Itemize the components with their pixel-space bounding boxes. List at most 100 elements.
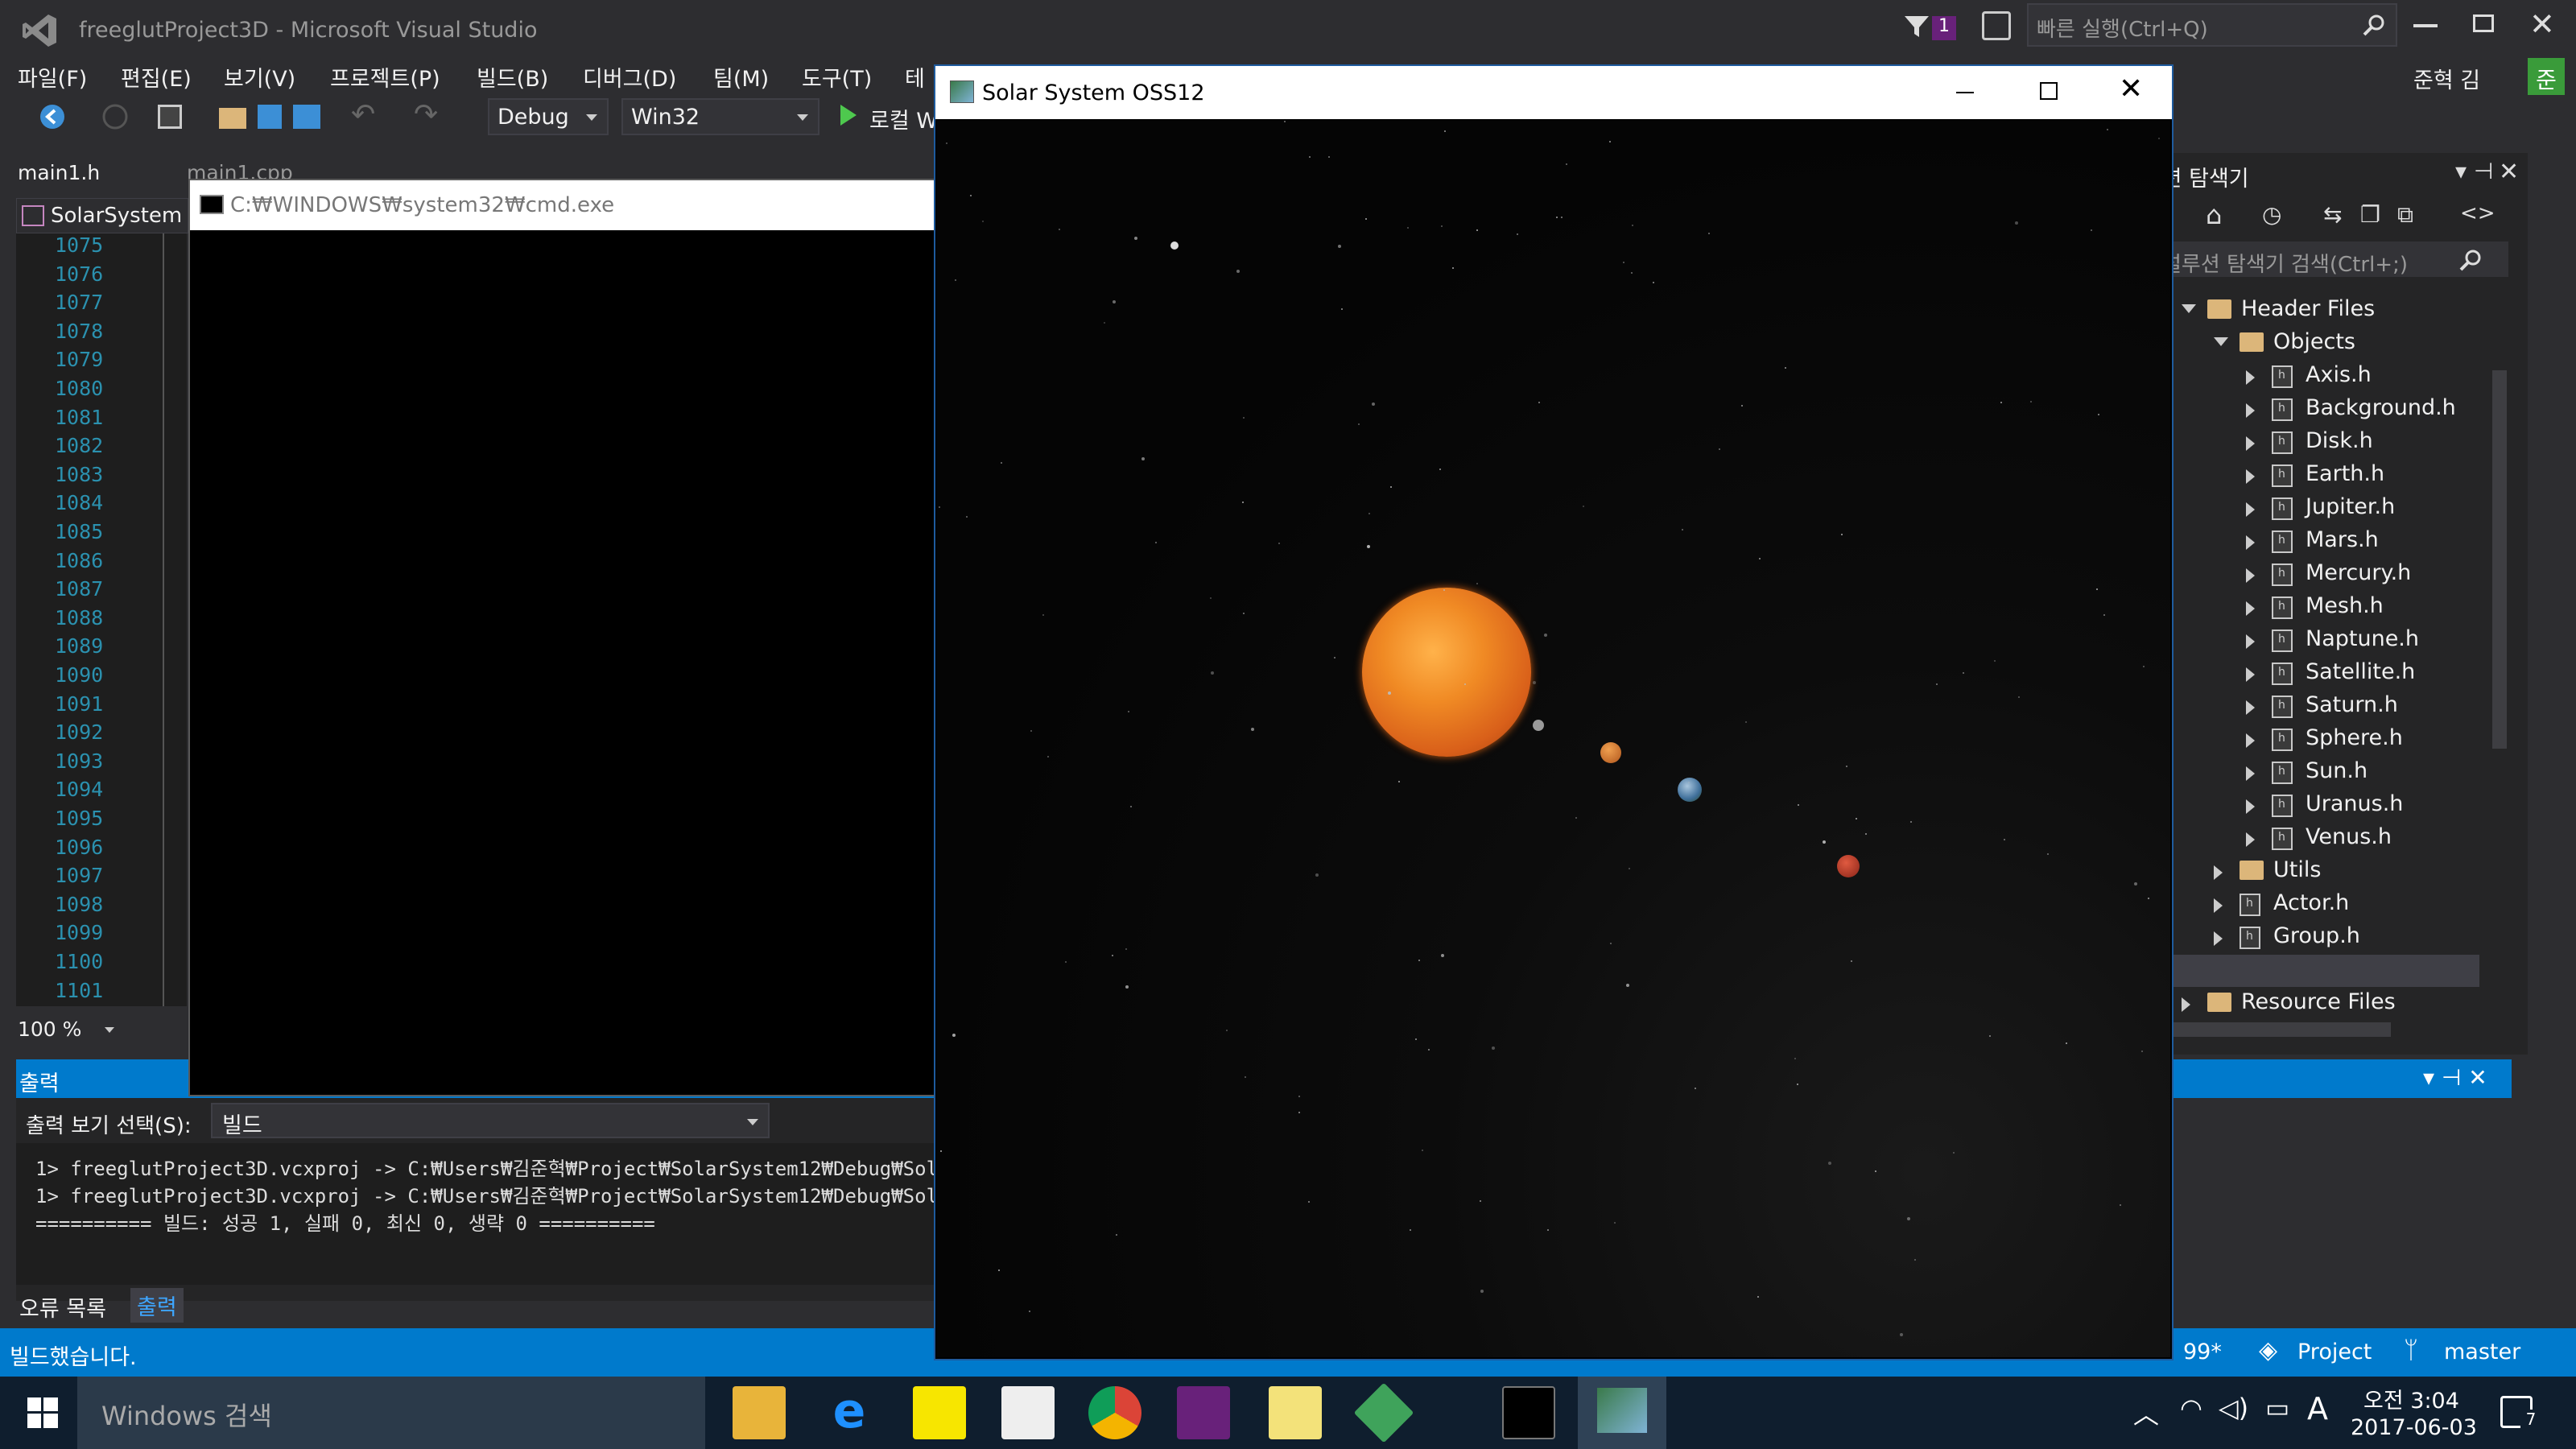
- menu-test[interactable]: 테: [905, 61, 925, 93]
- tree-item[interactable]: Venus.h: [2157, 823, 2479, 855]
- tree-item[interactable]: Actor.h: [2157, 889, 2479, 921]
- close-panel-icon[interactable]: ✕: [2499, 158, 2519, 186]
- collapsed-arrow-icon[interactable]: [2246, 370, 2255, 385]
- tree-item[interactable]: Sun.h: [2157, 757, 2479, 789]
- tab-output[interactable]: 출력: [130, 1288, 184, 1323]
- tree-item[interactable]: Sphere.h: [2157, 724, 2479, 756]
- run-button[interactable]: 로컬 W: [837, 100, 942, 135]
- tree-item[interactable]: Objects: [2157, 328, 2479, 360]
- edge-browser-icon[interactable]: e: [823, 1386, 876, 1439]
- horizontal-scrollbar[interactable]: [2157, 1022, 2391, 1037]
- pin-icon[interactable]: ▾ ⊣ ✕: [2423, 1064, 2487, 1091]
- close-button[interactable]: ✕: [2119, 72, 2143, 105]
- scope-bar[interactable]: SolarSystem: [16, 198, 188, 233]
- zoom-select[interactable]: 100 %: [16, 1014, 121, 1045]
- collapsed-arrow-icon[interactable]: [2246, 568, 2255, 583]
- open-folder-icon[interactable]: [219, 108, 246, 129]
- active-window-highlight[interactable]: [1578, 1377, 1666, 1449]
- solution-search-box[interactable]: 설루션 탐색기 검색(Ctrl+;): [2154, 242, 2508, 277]
- cmd-title-bar[interactable]: C:₩WINDOWS₩system32₩cmd.exe: [190, 180, 935, 230]
- save-all-icon[interactable]: [293, 105, 320, 129]
- battery-icon[interactable]: ▭: [2265, 1393, 2289, 1423]
- history-icon[interactable]: ◷: [2262, 201, 2281, 228]
- collapsed-arrow-icon[interactable]: [2246, 436, 2255, 451]
- sticky-notes-icon[interactable]: [1269, 1386, 1322, 1439]
- solar-title-bar[interactable]: Solar System OSS12 ✕: [935, 66, 2172, 119]
- minimize-button[interactable]: [2413, 24, 2438, 27]
- back-icon[interactable]: [39, 103, 66, 130]
- project-label[interactable]: Project: [2297, 1340, 2372, 1364]
- collapsed-arrow-icon[interactable]: [2246, 799, 2255, 814]
- collapsed-arrow-icon[interactable]: [2246, 601, 2255, 616]
- tree-item[interactable]: Header Files: [2157, 295, 2479, 327]
- git-icon[interactable]: [1353, 1382, 1414, 1443]
- collapsed-arrow-icon[interactable]: [2214, 931, 2223, 946]
- action-center-icon[interactable]: 7: [2500, 1396, 2541, 1430]
- collapsed-arrow-icon[interactable]: [2246, 403, 2255, 418]
- menu-edit[interactable]: 편집(E): [121, 61, 192, 93]
- collapsed-arrow-icon[interactable]: [2246, 766, 2255, 781]
- collapsed-arrow-icon[interactable]: [2246, 667, 2255, 682]
- feedback-icon[interactable]: [1982, 11, 2011, 40]
- chrome-icon[interactable]: [1088, 1386, 1141, 1439]
- menu-file[interactable]: 파일(F): [18, 61, 87, 93]
- taskbar-search-box[interactable]: Windows 검색: [77, 1377, 705, 1449]
- tree-item[interactable]: Jupiter.h: [2157, 493, 2479, 525]
- code-editor[interactable]: 1075 1076 1077 1078 1079 1080 1081 1082 1083 1084…: [16, 233, 187, 1006]
- tree-item[interactable]: Mesh.h: [2157, 592, 2479, 624]
- collapsed-arrow-icon[interactable]: [2246, 634, 2255, 649]
- user-name[interactable]: 준혁 김: [2413, 63, 2480, 94]
- menu-team[interactable]: 팀(M): [713, 61, 769, 93]
- tree-item[interactable]: Earth.h: [2157, 460, 2479, 492]
- menu-project[interactable]: 프로젝트(P): [330, 61, 440, 93]
- collapsed-arrow-icon[interactable]: [2246, 832, 2255, 847]
- pending-changes[interactable]: 99*: [2183, 1340, 2222, 1364]
- wifi-icon[interactable]: ◠: [2180, 1393, 2202, 1423]
- minimize-button[interactable]: [1956, 92, 1974, 93]
- pin-icon[interactable]: ▾ ⊣: [2455, 158, 2493, 184]
- collapsed-arrow-icon[interactable]: [2214, 898, 2223, 913]
- output-source-select[interactable]: 빌드: [211, 1103, 770, 1138]
- clock-time[interactable]: 오전 3:04: [2363, 1383, 2459, 1414]
- configuration-select[interactable]: Debug: [488, 98, 609, 135]
- maximize-button[interactable]: [2040, 82, 2058, 100]
- new-project-icon[interactable]: [158, 105, 182, 129]
- tree-item[interactable]: Background.h: [2157, 394, 2479, 426]
- tree-item[interactable]: Naptune.h: [2157, 625, 2479, 657]
- tree-item[interactable]: Disk.h: [2157, 427, 2479, 459]
- forward-icon[interactable]: [101, 103, 129, 130]
- chevron-up-icon[interactable]: ︿: [2133, 1394, 2159, 1431]
- clock-date[interactable]: 2017-06-03: [2351, 1415, 2477, 1440]
- cmd-window[interactable]: C:₩WINDOWS₩system32₩cmd.exe: [188, 179, 937, 1096]
- collapsed-arrow-icon[interactable]: [2246, 733, 2255, 748]
- undo-icon[interactable]: ↶: [351, 98, 375, 131]
- windows-start-icon[interactable]: [27, 1397, 58, 1428]
- cmd-taskbar-icon[interactable]: [1502, 1386, 1555, 1439]
- redo-icon[interactable]: ↷: [414, 98, 438, 131]
- collapsed-arrow-icon[interactable]: [2182, 997, 2190, 1012]
- restore-button[interactable]: [2473, 14, 2494, 32]
- sync-icon[interactable]: ⇆: [2323, 201, 2342, 228]
- menu-build[interactable]: 빌드(B): [477, 61, 548, 93]
- tab-error-list[interactable]: 오류 목록: [19, 1291, 106, 1323]
- tree-item[interactable]: Axis.h: [2157, 361, 2479, 393]
- collapsed-arrow-icon[interactable]: [2246, 469, 2255, 484]
- home-icon[interactable]: ⌂: [2206, 200, 2222, 230]
- tree-item[interactable]: Mars.h: [2157, 526, 2479, 558]
- menu-tools[interactable]: 도구(T): [802, 61, 872, 93]
- ime-indicator[interactable]: A: [2307, 1391, 2328, 1426]
- platform-select[interactable]: Win32: [621, 98, 819, 135]
- tree-item[interactable]: Saturn.h: [2157, 691, 2479, 723]
- store-icon[interactable]: [1001, 1386, 1055, 1439]
- user-avatar[interactable]: 준: [2528, 58, 2565, 95]
- branch-label[interactable]: master: [2444, 1340, 2520, 1364]
- kakaotalk-icon[interactable]: [913, 1386, 966, 1439]
- expanded-arrow-icon[interactable]: [2182, 304, 2196, 313]
- vertical-scrollbar[interactable]: [2492, 370, 2507, 749]
- notification-flag[interactable]: 1: [1903, 11, 1959, 43]
- close-button[interactable]: ✕: [2529, 6, 2555, 42]
- collapse-icon[interactable]: ❐: [2360, 201, 2380, 228]
- save-icon[interactable]: [258, 105, 282, 129]
- visual-studio-icon[interactable]: [1177, 1386, 1230, 1439]
- output-text-area[interactable]: 1> freeglutProject3D.vcxproj -> C:₩Users…: [16, 1143, 938, 1285]
